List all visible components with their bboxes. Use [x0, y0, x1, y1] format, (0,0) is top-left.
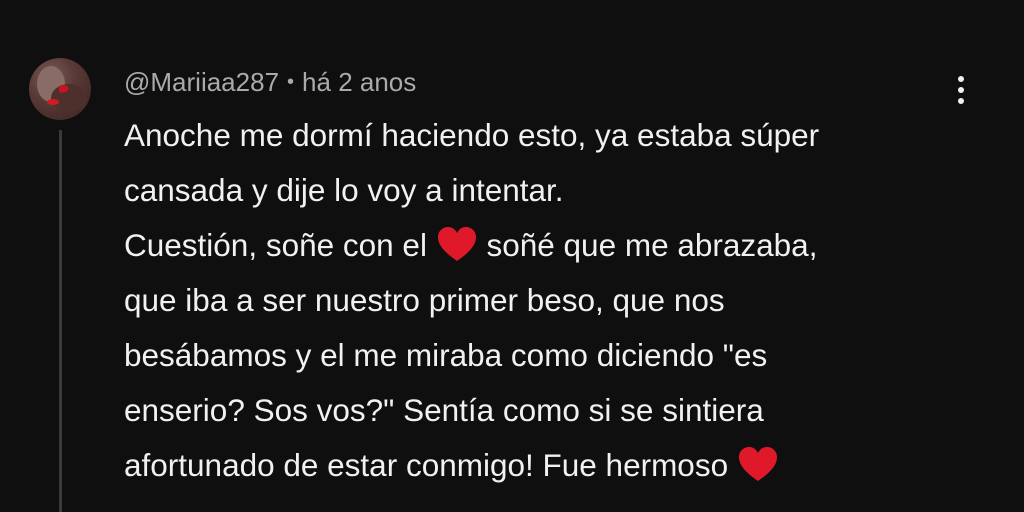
heart-icon: [738, 446, 777, 481]
comment-thread: @Mariiaa287 • há 2 anos Anoche me dormí …: [0, 0, 1024, 512]
meta-separator: •: [287, 70, 295, 93]
comment-line-text: Cuestión, soñe con el: [124, 227, 436, 263]
thread-line: [59, 130, 62, 512]
menu-dot: [958, 87, 964, 93]
author-name[interactable]: @Mariiaa287: [124, 67, 279, 98]
comment-line-text: que iba a ser nuestro primer beso, que n…: [124, 282, 725, 318]
more-vert-icon[interactable]: [944, 70, 978, 110]
comment-line-text: afortunado de estar conmigo! Fue hermoso: [124, 447, 737, 483]
avatar[interactable]: [29, 58, 91, 120]
comment-line: Cuestión, soñe con el soñé que me abraza…: [124, 218, 954, 273]
avatar-image: [37, 66, 87, 112]
comment-line: enserio? Sos vos?" Sentía como si se sin…: [124, 383, 954, 438]
comment-line-text: besábamos y el me miraba como diciendo "…: [124, 337, 768, 373]
menu-dot: [958, 76, 964, 82]
comment-line-text: Anoche me dormí haciendo esto, ya estaba…: [124, 117, 820, 153]
comment-line: besábamos y el me miraba como diciendo "…: [124, 328, 954, 383]
heart-icon: [437, 226, 476, 261]
comment-timestamp[interactable]: há 2 anos: [302, 67, 416, 98]
comment-line-text: cansada y dije lo voy a intentar.: [124, 172, 564, 208]
comment-text: Anoche me dormí haciendo esto, ya estaba…: [124, 108, 954, 493]
comment-line-text: enserio? Sos vos?" Sentía como si se sin…: [124, 392, 764, 428]
comment-line-text: soñé que me abrazaba,: [486, 227, 818, 263]
comment-header: @Mariiaa287 • há 2 anos: [124, 64, 416, 100]
comment-line: cansada y dije lo voy a intentar.: [124, 163, 954, 218]
menu-dot: [958, 98, 964, 104]
comment-line: afortunado de estar conmigo! Fue hermoso: [124, 438, 954, 493]
comment-line: que iba a ser nuestro primer beso, que n…: [124, 273, 954, 328]
comment-line: Anoche me dormí haciendo esto, ya estaba…: [124, 108, 954, 163]
